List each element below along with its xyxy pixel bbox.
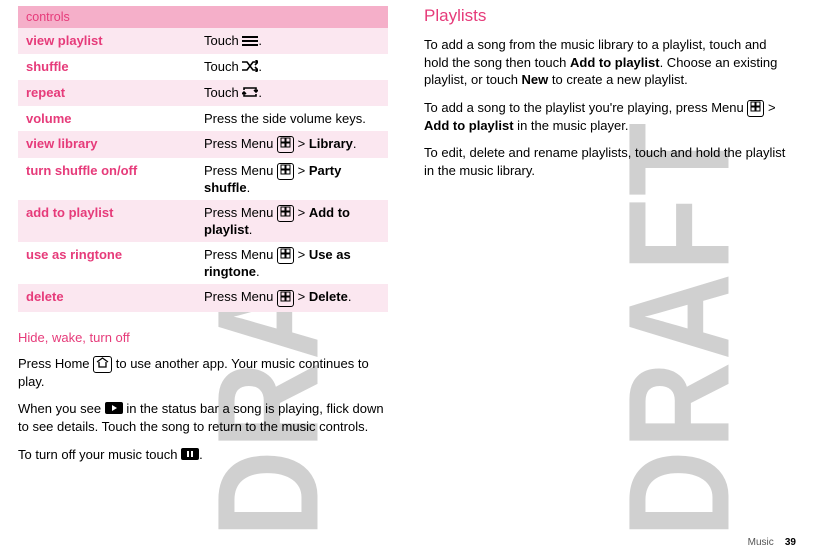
text: When you see	[18, 401, 105, 416]
text: .	[247, 180, 251, 195]
row-action: Touch .	[196, 28, 388, 54]
paragraph: When you see in the status bar a song is…	[18, 400, 388, 436]
row-label: add to playlist	[18, 200, 196, 242]
bold-text: Library	[309, 136, 353, 151]
shuffle-icon	[242, 60, 258, 75]
text: Press Menu	[204, 247, 277, 262]
text: Press the side volume keys.	[204, 111, 366, 126]
bold-text: New	[522, 72, 549, 87]
row-label: shuffle	[18, 54, 196, 80]
row-action: Press Menu > Party shuffle.	[196, 158, 388, 200]
hide-heading: Hide, wake, turn off	[18, 330, 388, 345]
text: >	[294, 163, 309, 178]
paragraph: To add a song from the music library to …	[424, 36, 794, 89]
text: .	[256, 264, 260, 279]
row-action: Press Menu > Library.	[196, 131, 388, 158]
text: .	[348, 289, 352, 304]
text: Press Menu	[204, 136, 277, 151]
playlists-heading: Playlists	[424, 6, 794, 26]
text: Press Menu	[204, 163, 277, 178]
paragraph: To edit, delete and rename playlists, to…	[424, 144, 794, 179]
menu-key-icon	[277, 136, 294, 153]
row-label: repeat	[18, 80, 196, 106]
row-action: Press the side volume keys.	[196, 106, 388, 131]
page-number: 39	[785, 537, 796, 548]
text: Press Menu	[204, 289, 277, 304]
menu-key-icon	[277, 205, 294, 222]
left-column: controls view playlist Touch . shuffle T…	[18, 6, 388, 474]
row-label: use as ringtone	[18, 242, 196, 284]
bold-text: Delete	[309, 289, 348, 304]
page-footer: Music 39	[748, 537, 796, 548]
text: Touch	[204, 59, 242, 74]
row-label: turn shuffle on/off	[18, 158, 196, 200]
menu-key-icon	[277, 163, 294, 180]
row-action: Press Menu > Add to playlist.	[196, 200, 388, 242]
list-icon	[242, 34, 258, 49]
text: >	[294, 289, 309, 304]
table-row: turn shuffle on/off Press Menu > Party s…	[18, 158, 388, 200]
controls-header: controls	[18, 6, 388, 28]
text: Touch	[204, 33, 242, 48]
text: >	[294, 136, 309, 151]
text: .	[258, 33, 262, 48]
repeat-icon	[242, 86, 258, 101]
pause-badge-icon	[181, 447, 199, 465]
text: to create a new playlist.	[548, 72, 687, 87]
text: >	[294, 205, 309, 220]
menu-key-icon	[747, 100, 764, 117]
text: in the music player.	[514, 118, 629, 133]
table-row: delete Press Menu > Delete.	[18, 284, 388, 311]
table-row: view playlist Touch .	[18, 28, 388, 54]
text: .	[258, 59, 262, 74]
paragraph: To add a song to the playlist you're pla…	[424, 99, 794, 135]
table-row: volume Press the side volume keys.	[18, 106, 388, 131]
text: .	[353, 136, 357, 151]
row-label: view playlist	[18, 28, 196, 54]
table-row: use as ringtone Press Menu > Use as ring…	[18, 242, 388, 284]
row-label: delete	[18, 284, 196, 311]
row-label: view library	[18, 131, 196, 158]
bold-text: Add to playlist	[424, 118, 514, 133]
text: .	[258, 85, 262, 100]
bold-text: Add to playlist	[570, 55, 660, 70]
table-row: shuffle Touch .	[18, 54, 388, 80]
table-row: add to playlist Press Menu > Add to play…	[18, 200, 388, 242]
text: Touch	[204, 85, 242, 100]
text: Press Menu	[204, 205, 277, 220]
text: >	[294, 247, 309, 262]
row-action: Press Menu > Delete.	[196, 284, 388, 311]
text: Press Home	[18, 356, 93, 371]
row-action: Press Menu > Use as ringtone.	[196, 242, 388, 284]
home-key-icon	[93, 356, 112, 373]
footer-section: Music	[748, 537, 774, 548]
table-row: view library Press Menu > Library.	[18, 131, 388, 158]
text: >	[764, 100, 775, 115]
paragraph: Press Home to use another app. Your musi…	[18, 355, 388, 391]
menu-key-icon	[277, 247, 294, 264]
text: .	[249, 222, 253, 237]
text: To turn off your music touch	[18, 447, 181, 462]
table-row: repeat Touch .	[18, 80, 388, 106]
menu-key-icon	[277, 290, 294, 307]
text: .	[199, 447, 203, 462]
text: To add a song to the playlist you're pla…	[424, 100, 747, 115]
controls-table: controls view playlist Touch . shuffle T…	[18, 6, 388, 312]
row-action: Touch .	[196, 80, 388, 106]
play-badge-icon	[105, 401, 123, 419]
row-action: Touch .	[196, 54, 388, 80]
right-column: Playlists To add a song from the music l…	[424, 6, 794, 474]
row-label: volume	[18, 106, 196, 131]
paragraph: To turn off your music touch .	[18, 446, 388, 464]
